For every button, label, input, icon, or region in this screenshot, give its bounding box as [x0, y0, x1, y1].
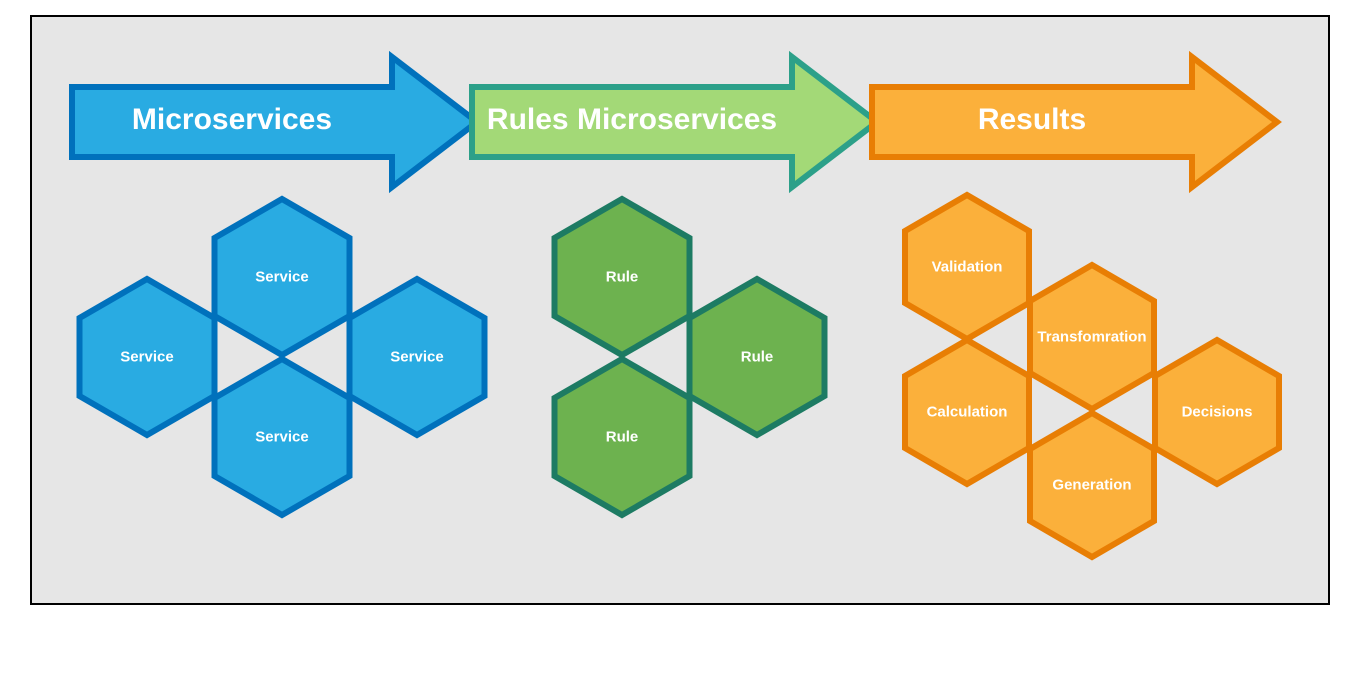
arrow-microservices	[72, 57, 477, 187]
hex-service-left	[80, 279, 215, 435]
arrow-rules	[472, 57, 877, 187]
hex-validation	[905, 195, 1029, 339]
hex-service-right	[350, 279, 485, 435]
hex-generation	[1030, 413, 1154, 557]
arrow-results	[872, 57, 1277, 187]
hex-rule-bottom	[555, 359, 690, 515]
hex-service-bottom	[215, 359, 350, 515]
microservices-cluster	[52, 187, 552, 637]
hex-calculation	[905, 340, 1029, 484]
diagram-canvas: Microservices Rules Microservices Result…	[0, 0, 1360, 620]
results-cluster	[842, 187, 1342, 687]
hex-rule-top	[555, 199, 690, 355]
hex-decisions	[1155, 340, 1279, 484]
diagram-frame: Microservices Rules Microservices Result…	[30, 15, 1330, 605]
hex-rule-right	[690, 279, 825, 435]
hex-transformation	[1030, 265, 1154, 409]
hex-service-top	[215, 199, 350, 355]
